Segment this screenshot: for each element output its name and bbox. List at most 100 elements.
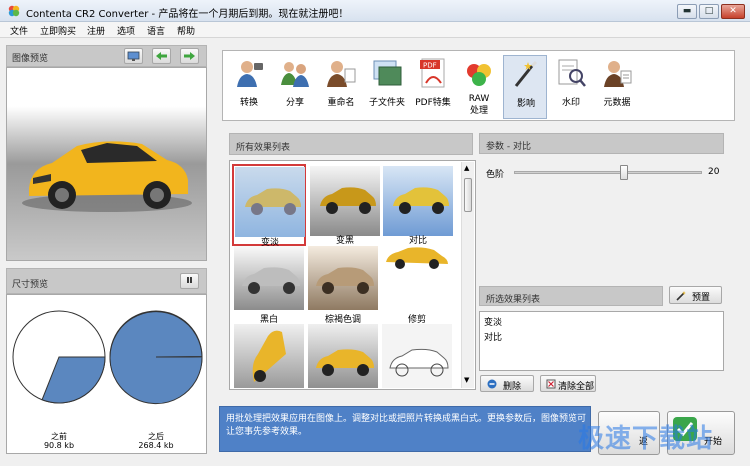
menu-help[interactable]: 帮助: [177, 24, 195, 37]
effect-label-contrast: 对比: [408, 236, 427, 246]
clear-all-button[interactable]: 清除全部: [540, 375, 596, 392]
selected-effects-header: 所选效果列表: [479, 286, 663, 306]
color-level-slider[interactable]: [514, 171, 702, 174]
menu-options[interactable]: 选项: [117, 24, 135, 37]
tool-metadata[interactable]: 元数据: [595, 55, 639, 119]
color-level-value: 20: [708, 167, 720, 177]
metadata-icon: [604, 61, 632, 87]
tool-watermark[interactable]: 水印: [549, 55, 593, 119]
next-image-button[interactable]: [180, 48, 199, 64]
effects-list-title: 所有效果列表: [236, 143, 291, 153]
effect-item-fade[interactable]: 变淡: [232, 164, 306, 248]
effects-scrollbar[interactable]: ▲ ▼: [461, 162, 474, 388]
maximize-button[interactable]: □: [699, 4, 719, 19]
effect-item-sepia[interactable]: 棕褐色调: [308, 246, 378, 325]
effect-thumb-fade: [235, 167, 305, 237]
scroll-up-icon[interactable]: ▲: [464, 164, 469, 172]
selected-effects-list: 变淡 对比: [479, 311, 724, 371]
tip-text: 用批处理把效果应用在图像上。调整对比或把照片转换成黑白式。更换参数后，图像预览可…: [226, 414, 587, 437]
arrow-right-icon: [184, 52, 195, 60]
image-preview: [6, 67, 207, 261]
tool-effects[interactable]: 影响: [503, 55, 547, 119]
effect-thumb-vignette: [316, 349, 374, 376]
tool-subfolder[interactable]: 子文件夹: [365, 55, 409, 119]
effect-thumb-sepia: [308, 246, 378, 310]
effect-label-darken: 变黑: [335, 236, 354, 246]
delete-label: 删除: [503, 382, 522, 392]
menu-file[interactable]: 文件: [10, 24, 28, 37]
params-header: 参数 - 对比: [479, 133, 724, 154]
color-level-slider-thumb[interactable]: [620, 165, 628, 180]
after-pie: [109, 310, 203, 405]
close-button[interactable]: ✕: [721, 4, 745, 19]
effect-item-bw[interactable]: 黑白: [234, 246, 304, 325]
title-bar: Contenta CR2 Converter - 产品将在一个月期后到期。现在就…: [0, 0, 750, 22]
tool-pdf[interactable]: PDF PDF特集: [411, 55, 455, 119]
main-toolbar: 转换 分享 重命名 子文件夹 PDF PDF特集 RAW 处理 影响 水印 元数…: [222, 50, 735, 121]
menu-bar: 文件 立即购买 注册 选项 语言 帮助: [0, 22, 750, 38]
image-preview-header: 图像预览: [6, 45, 207, 67]
image-preview-title: 图像预览: [12, 54, 49, 64]
size-preview: 之前 90.8 kb 之后 268.4 kb: [6, 294, 207, 454]
effect-item-crop[interactable]: 修剪: [382, 246, 452, 325]
arrow-left-icon: [156, 52, 167, 60]
tip-box: 用批处理把效果应用在图像上。调整对比或把照片转换成黑白式。更换参数后，图像预览可…: [219, 406, 591, 452]
pause-button[interactable]: II: [180, 273, 199, 289]
effect-thumb-darken: [310, 166, 380, 236]
raw-icon: [467, 64, 491, 86]
size-pie-charts: [12, 310, 203, 405]
preset-button[interactable]: 预置: [669, 286, 722, 304]
watermark-text: 极速下载站: [578, 424, 714, 454]
clear-icon: [546, 379, 556, 389]
effect-thumb-rotate: [252, 330, 286, 382]
effects-list-header: 所有效果列表: [229, 133, 473, 155]
selected-item[interactable]: 对比: [484, 330, 502, 343]
effect-thumb-sketch: [389, 348, 449, 377]
menu-register[interactable]: 注册: [87, 24, 105, 37]
app-icon: [8, 5, 20, 17]
delete-button[interactable]: 删除: [480, 375, 534, 392]
menu-language[interactable]: 语言: [147, 24, 165, 37]
pdf-icon: PDF: [420, 58, 445, 88]
before-size: 90.8 kb: [43, 441, 75, 450]
minimize-button[interactable]: ▬: [677, 4, 697, 19]
after-size: 268.4 kb: [138, 441, 174, 450]
convert-icon: [237, 61, 263, 87]
effect-item-sketch[interactable]: [382, 324, 452, 388]
monitor-icon: [127, 51, 140, 61]
monitor-button[interactable]: [124, 48, 143, 64]
effect-item-darken[interactable]: 变黑: [310, 166, 380, 248]
car-preview-image: [22, 141, 192, 212]
scroll-down-icon[interactable]: ▼: [464, 376, 469, 384]
effect-item-contrast[interactable]: 对比: [383, 166, 453, 248]
svg-text:PDF: PDF: [423, 62, 437, 70]
subfolder-icon: [373, 60, 402, 86]
menu-buy[interactable]: 立即购买: [40, 24, 76, 37]
size-preview-header: 尺寸预览 II: [6, 268, 207, 294]
share-icon: [281, 62, 309, 87]
clear-all-label: 清除全部: [558, 382, 595, 392]
effect-item-vignette[interactable]: [308, 324, 378, 388]
rename-icon: [327, 61, 356, 87]
color-level-label: 色阶: [486, 170, 505, 180]
window-title: Contenta CR2 Converter - 产品将在一个月期后到期。现在就…: [26, 9, 349, 20]
effect-thumb-crop: [382, 246, 452, 310]
tool-raw[interactable]: RAW 处理: [457, 55, 501, 119]
tool-share[interactable]: 分享: [273, 55, 317, 119]
scroll-thumb[interactable]: [464, 178, 472, 212]
selected-item[interactable]: 变淡: [484, 315, 502, 328]
effects-icon: [514, 60, 538, 87]
before-pie: [12, 310, 106, 404]
prev-image-button[interactable]: [152, 48, 171, 64]
watermark-icon: [558, 59, 586, 87]
tool-convert[interactable]: 转换: [227, 55, 271, 119]
params-title: 参数 - 对比: [486, 142, 531, 152]
wand-icon: [676, 291, 686, 301]
size-preview-title: 尺寸预览: [12, 280, 49, 290]
preset-label: 预置: [692, 293, 711, 303]
selected-effects-title: 所选效果列表: [486, 295, 541, 305]
tool-rename[interactable]: 重命名: [319, 55, 363, 119]
tool-metadata-label: 元数据: [603, 98, 631, 108]
effects-list: 变淡 变黑 对比 黑白 棕褐色调 修剪: [229, 160, 476, 390]
effect-item-rotate[interactable]: [234, 324, 304, 388]
